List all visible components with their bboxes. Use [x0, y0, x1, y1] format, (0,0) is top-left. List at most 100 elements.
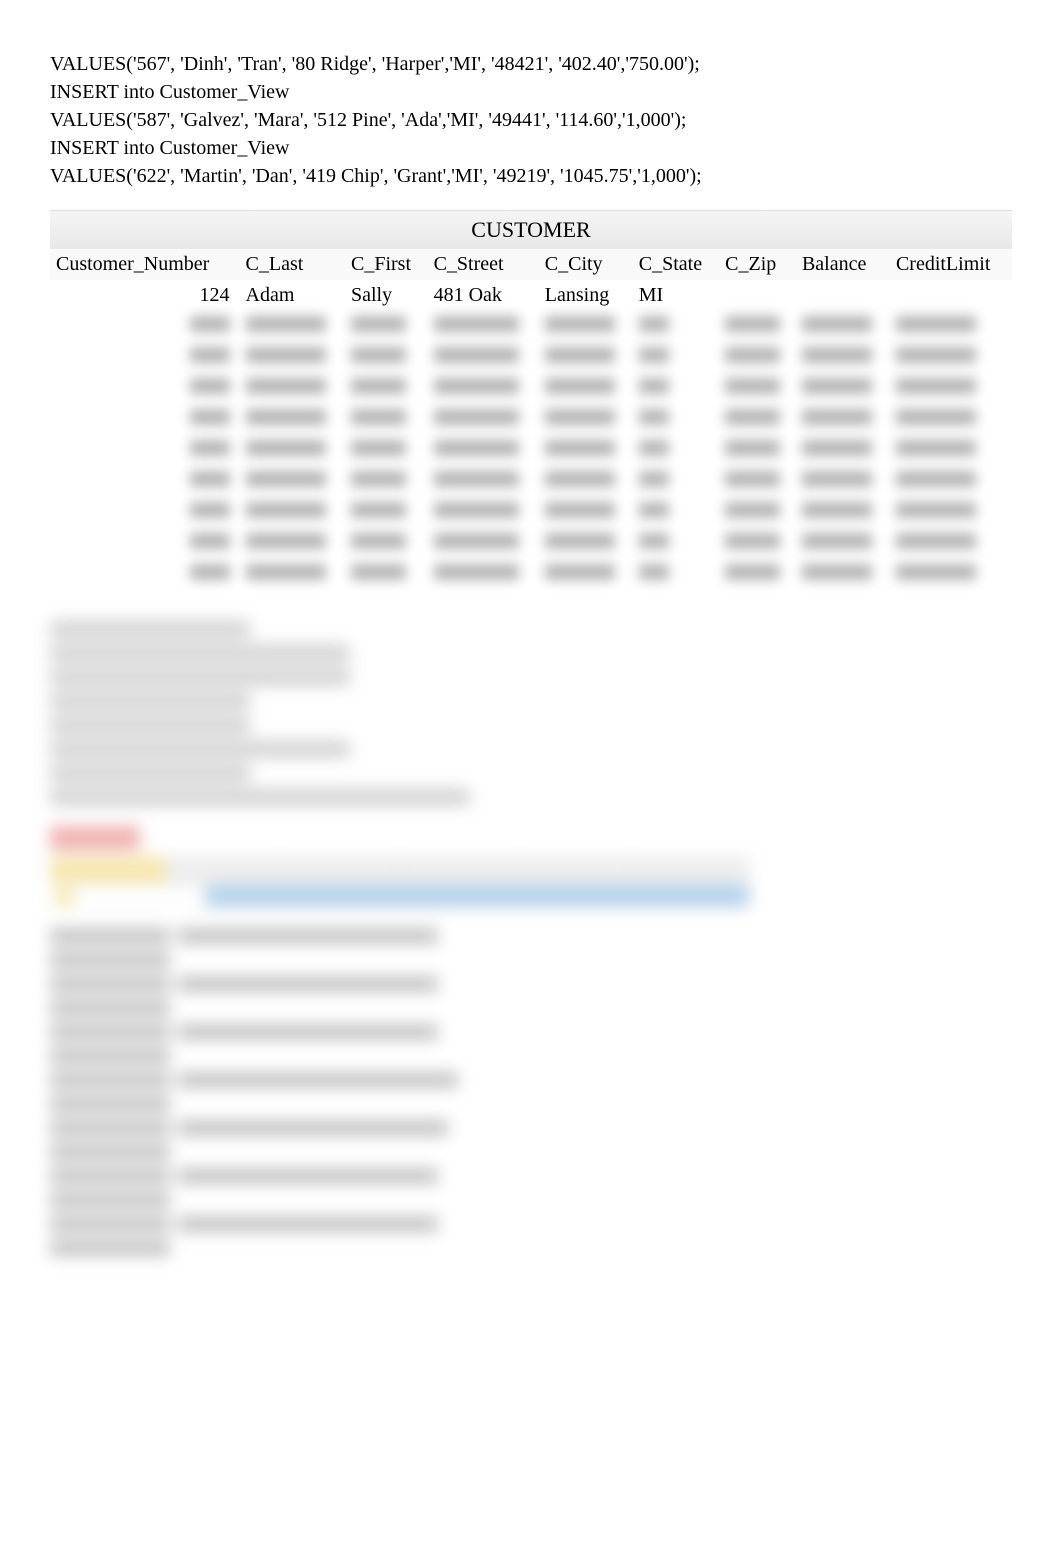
customer-table: Customer_Number C_Last C_First C_Street …: [50, 249, 1012, 590]
table-cell: [539, 311, 633, 342]
table-cell: [50, 435, 240, 466]
table-cell: Adam: [240, 280, 345, 311]
col-c-zip: C_Zip: [719, 249, 796, 280]
table-cell: [345, 559, 428, 590]
table-cell: [719, 311, 796, 342]
table-cell: [50, 311, 240, 342]
table-row: 124AdamSally481 OakLansingMI: [50, 280, 1012, 311]
sql-insert-block: VALUES('567', 'Dinh', 'Tran', '80 Ridge'…: [50, 50, 1012, 190]
col-balance: Balance: [796, 249, 890, 280]
col-c-first: C_First: [345, 249, 428, 280]
table-header-row: Customer_Number C_Last C_First C_Street …: [50, 249, 1012, 280]
table-cell: [890, 559, 1012, 590]
customer-table-container: CUSTOMER Customer_Number C_Last C_First …: [50, 210, 1012, 590]
col-c-last: C_Last: [240, 249, 345, 280]
table-cell: [428, 435, 539, 466]
table-cell: [428, 466, 539, 497]
table-cell: [240, 466, 345, 497]
table-cell: [428, 342, 539, 373]
table-cell: [50, 373, 240, 404]
table-cell: [796, 280, 890, 311]
table-cell: [428, 497, 539, 528]
table-cell: [719, 404, 796, 435]
table-cell: [890, 373, 1012, 404]
table-cell: [50, 559, 240, 590]
table-cell: [633, 435, 719, 466]
table-cell: [890, 435, 1012, 466]
table-cell: [633, 342, 719, 373]
table-cell: [719, 497, 796, 528]
sql-line: VALUES('567', 'Dinh', 'Tran', '80 Ridge'…: [50, 50, 1012, 78]
table-cell: [345, 435, 428, 466]
table-cell: [719, 559, 796, 590]
table-cell: [890, 280, 1012, 311]
table-cell: [719, 373, 796, 404]
table-cell: [796, 311, 890, 342]
table-row: [50, 559, 1012, 590]
table-row: [50, 528, 1012, 559]
table-cell: [539, 342, 633, 373]
table-cell: [633, 311, 719, 342]
table-cell: [890, 466, 1012, 497]
table-cell: [50, 466, 240, 497]
table-cell: [240, 435, 345, 466]
table-cell: [633, 373, 719, 404]
table-cell: [240, 311, 345, 342]
table-cell: [890, 497, 1012, 528]
table-cell: [428, 404, 539, 435]
table-row: [50, 342, 1012, 373]
table-row: [50, 404, 1012, 435]
table-cell: [796, 497, 890, 528]
sql-line: VALUES('622', 'Martin', 'Dan', '419 Chip…: [50, 162, 1012, 190]
table-cell: [796, 404, 890, 435]
table-cell: [796, 373, 890, 404]
table-cell: [633, 497, 719, 528]
table-cell: [240, 559, 345, 590]
table-cell: [240, 404, 345, 435]
table-cell: [240, 373, 345, 404]
col-c-state: C_State: [633, 249, 719, 280]
table-cell: Lansing: [539, 280, 633, 311]
table-cell: [890, 342, 1012, 373]
table-title: CUSTOMER: [50, 210, 1012, 249]
table-cell: [539, 373, 633, 404]
col-customer-number: Customer_Number: [50, 249, 240, 280]
table-cell: [539, 497, 633, 528]
table-cell: [345, 311, 428, 342]
table-cell: [345, 528, 428, 559]
table-cell: [633, 404, 719, 435]
table-cell: [539, 435, 633, 466]
table-cell: [539, 404, 633, 435]
table-cell: [345, 497, 428, 528]
table-cell: [345, 373, 428, 404]
table-cell: [890, 311, 1012, 342]
table-cell: [345, 342, 428, 373]
table-row: [50, 466, 1012, 497]
table-cell: [50, 342, 240, 373]
table-cell: [539, 528, 633, 559]
table-cell: [796, 559, 890, 590]
table-cell: [796, 342, 890, 373]
table-cell: [633, 466, 719, 497]
table-cell: [719, 435, 796, 466]
table-row: [50, 373, 1012, 404]
table-row: [50, 435, 1012, 466]
sql-line: VALUES('587', 'Galvez', 'Mara', '512 Pin…: [50, 106, 1012, 134]
table-cell: [633, 559, 719, 590]
col-creditlimit: CreditLimit: [890, 249, 1012, 280]
table-cell: [428, 373, 539, 404]
table-cell: [890, 404, 1012, 435]
table-cell: 124: [50, 280, 240, 311]
table-cell: [633, 528, 719, 559]
table-cell: [539, 559, 633, 590]
col-c-street: C_Street: [428, 249, 539, 280]
table-cell: [345, 404, 428, 435]
table-cell: [345, 466, 428, 497]
table-cell: [50, 404, 240, 435]
table-cell: [796, 528, 890, 559]
table-cell: [428, 528, 539, 559]
table-cell: [796, 466, 890, 497]
table-cell: [539, 466, 633, 497]
table-cell: [50, 497, 240, 528]
table-cell: [240, 528, 345, 559]
